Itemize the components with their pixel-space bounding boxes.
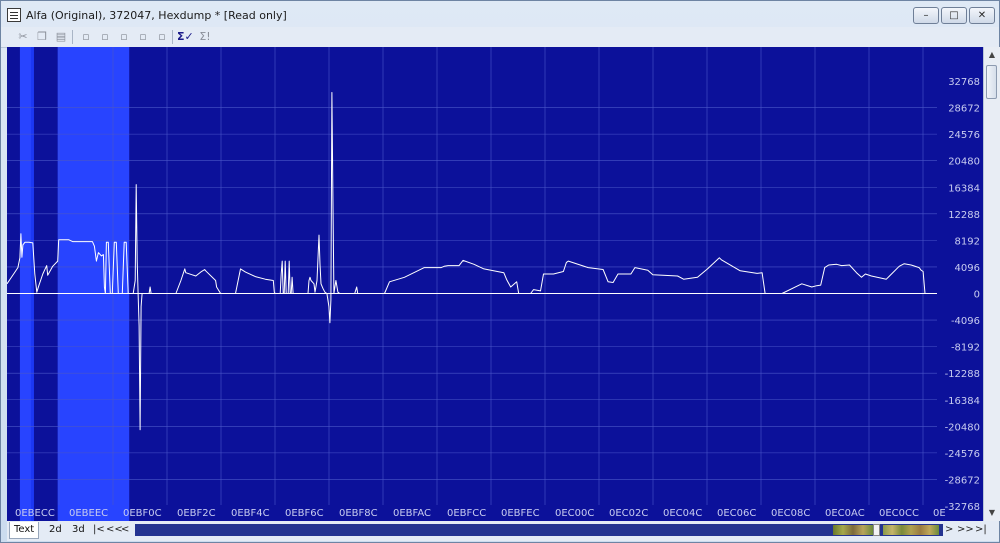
title-bar[interactable]: Alfa (Original), 372047, Hexdump * [Read… <box>1 1 999 29</box>
sigma-icon[interactable]: Σ! <box>197 29 213 45</box>
x-tick-label: 0EBF8C <box>339 508 378 519</box>
y-tick-label: 20480 <box>948 157 980 168</box>
y-tick-label: 0 <box>974 290 980 301</box>
hexdump-window: Alfa (Original), 372047, Hexdump * [Read… <box>0 0 1000 543</box>
y-tick-label: 28672 <box>948 104 980 115</box>
y-tick-label: -20480 <box>945 422 980 433</box>
nav-fast-forward-button[interactable]: >> <box>957 522 974 538</box>
x-tick-label: 0EC00C <box>555 508 594 519</box>
x-tick-label: 0EC08C <box>771 508 810 519</box>
y-tick-label: 4096 <box>955 263 980 274</box>
maximize-button[interactable]: □ <box>941 7 967 24</box>
highlight-region <box>30 47 34 521</box>
horizontal-scroll-thumb[interactable] <box>873 524 880 536</box>
nav-next-button[interactable]: > <box>945 522 953 538</box>
paste-icon[interactable]: ▤ <box>53 29 69 45</box>
nav-last-button[interactable]: >| <box>975 522 987 538</box>
doc-up-icon[interactable]: ▫ <box>154 29 170 45</box>
x-tick-label: 0EBF4C <box>231 508 270 519</box>
y-tick-label: -32768 <box>945 502 980 513</box>
y-tick-label: -12288 <box>945 369 980 380</box>
y-tick-label: 16384 <box>948 183 980 194</box>
minimize-button[interactable]: – <box>913 7 939 24</box>
horizontal-scrollbar[interactable] <box>135 524 943 536</box>
scroll-up-icon[interactable]: ▲ <box>984 47 1000 63</box>
doc-add-icon[interactable]: ▫ <box>78 29 94 45</box>
x-tick-label: 0EC04C <box>663 508 702 519</box>
y-tick-label: 8192 <box>955 236 980 247</box>
x-tick-label: 0EBFEC <box>501 508 540 519</box>
y-tick-label: 24576 <box>948 130 980 141</box>
window-title: Alfa (Original), 372047, Hexdump * [Read… <box>26 9 287 22</box>
doc-sub-icon[interactable]: ▫ <box>116 29 132 45</box>
copy-icon[interactable]: ❐ <box>34 29 50 45</box>
tab-2d[interactable]: 2d <box>45 522 66 538</box>
doc-mul-icon[interactable]: ▫ <box>135 29 151 45</box>
y-tick-label: -16384 <box>945 396 980 407</box>
scroll-overview <box>883 525 939 535</box>
chart-svg[interactable]: 32768 28672 24576 20480 16384 12288 8192 4096 0 -… <box>7 47 983 521</box>
toolbar-separator <box>172 30 173 44</box>
nav-prev-button[interactable]: < <box>121 522 129 538</box>
y-tick-label: -4096 <box>951 316 980 327</box>
y-tick-label: -28672 <box>945 475 980 486</box>
close-button[interactable]: ✕ <box>969 7 995 24</box>
x-tick-label: 0EBF2C <box>177 508 216 519</box>
x-tick-label: 0E <box>933 508 946 519</box>
x-tick-label: 0EC02C <box>609 508 648 519</box>
nav-first-button[interactable]: |< <box>93 522 105 538</box>
vertical-scrollbar[interactable]: ▲ ▼ <box>983 47 1000 521</box>
highlight-region <box>57 47 130 521</box>
x-tick-label: 0EBECC <box>15 508 55 519</box>
chart-area[interactable]: 32768 28672 24576 20480 16384 12288 8192 4096 0 -… <box>7 47 983 521</box>
y-tick-label: -8192 <box>951 343 980 354</box>
toolbar: ✂ ❐ ▤ ▫ ▫ ▫ ▫ ▫ Σ✓ Σ! <box>1 27 999 48</box>
vertical-scroll-thumb[interactable] <box>986 65 997 99</box>
chart-background <box>7 47 983 521</box>
x-tick-label: 0EBFAC <box>393 508 431 519</box>
x-tick-label: 0EBEEC <box>69 508 108 519</box>
app-icon[interactable] <box>7 8 21 22</box>
tab-text[interactable]: Text <box>9 522 40 539</box>
cut-icon[interactable]: ✂ <box>15 29 31 45</box>
bottom-bar: Text 2d 3d |< << < > >> >| <box>7 521 999 541</box>
tab-3d[interactable]: 3d <box>68 522 89 538</box>
y-tick-label: -24576 <box>945 449 980 460</box>
x-tick-label: 0EC06C <box>717 508 756 519</box>
y-tick-label: 32768 <box>948 77 980 88</box>
scroll-down-icon[interactable]: ▼ <box>984 505 1000 521</box>
x-tick-label: 0EBF6C <box>285 508 324 519</box>
sigma-check-icon[interactable]: Σ✓ <box>177 29 194 45</box>
x-tick-label: 0EC0CC <box>879 508 919 519</box>
y-tick-label: 12288 <box>948 210 980 221</box>
toolbar-separator <box>72 30 73 44</box>
x-tick-label: 0EBFCC <box>447 508 486 519</box>
doc-down-icon[interactable]: ▫ <box>97 29 113 45</box>
x-tick-label: 0EBF0C <box>123 508 162 519</box>
scroll-overview <box>833 525 873 535</box>
x-tick-label: 0EC0AC <box>825 508 865 519</box>
